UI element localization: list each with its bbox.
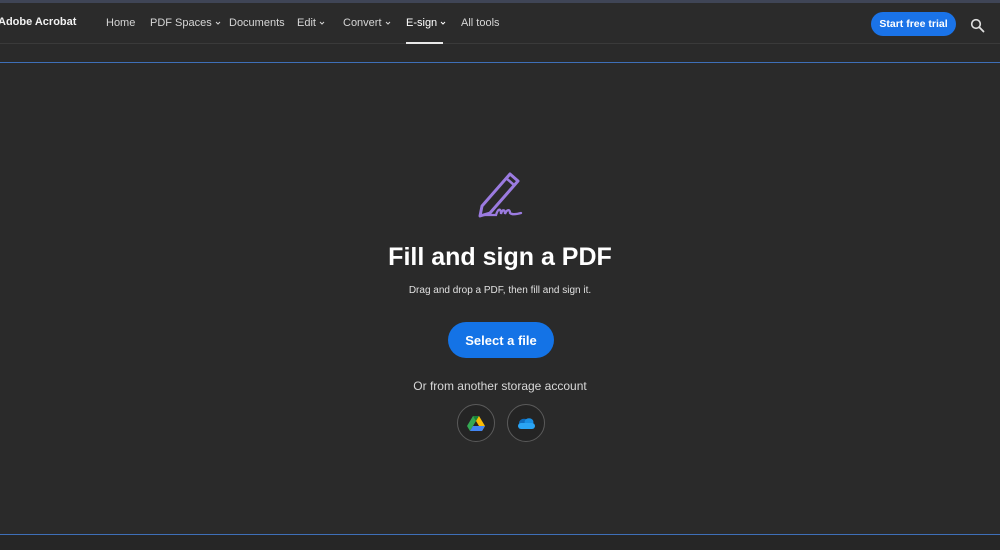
nav-documents[interactable]: Documents [229, 17, 285, 29]
adobe-acrobat-logo[interactable]: Adobe Acrobat [0, 16, 76, 28]
nav-all-tools-label: All tools [461, 17, 500, 29]
top-navbar: Adobe Acrobat Home PDF Spaces Documents … [0, 3, 1000, 44]
chevron-down-icon [215, 21, 221, 25]
google-drive-icon [467, 416, 485, 431]
nav-convert-label: Convert [343, 17, 382, 29]
onedrive-button[interactable] [507, 404, 545, 442]
search-icon[interactable] [970, 18, 985, 33]
footer-strip [0, 535, 1000, 550]
chevron-down-icon [440, 21, 446, 25]
nav-home-label: Home [106, 17, 136, 29]
nav-e-sign[interactable]: E-sign [406, 17, 446, 29]
nav-pdf-spaces-label: PDF Spaces [150, 17, 212, 29]
page-subtitle: Drag and drop a PDF, then fill and sign … [408, 285, 592, 296]
select-file-button[interactable]: Select a file [448, 322, 554, 358]
active-tab-underline [406, 42, 443, 44]
nav-edit-label: Edit [297, 17, 316, 29]
onedrive-icon [518, 417, 535, 429]
nav-documents-label: Documents [229, 17, 285, 29]
storage-account-label: Or from another storage account [413, 379, 587, 393]
nav-home[interactable]: Home [106, 17, 135, 29]
nav-all-tools[interactable]: All tools [461, 17, 500, 29]
chevron-down-icon [319, 21, 325, 25]
chevron-down-icon [385, 21, 390, 25]
page-title: Fill and sign a PDF [388, 243, 612, 271]
nav-e-sign-label: E-sign [406, 17, 438, 29]
nav-edit[interactable]: Edit [297, 17, 325, 29]
nav-convert[interactable]: Convert [343, 17, 391, 29]
content-top-divider [0, 62, 1000, 63]
nav-pdf-spaces[interactable]: PDF Spaces [150, 17, 221, 29]
google-drive-button[interactable] [457, 404, 495, 442]
start-free-trial-button[interactable]: Start free trial [871, 12, 956, 36]
pen-sign-icon [478, 172, 523, 218]
